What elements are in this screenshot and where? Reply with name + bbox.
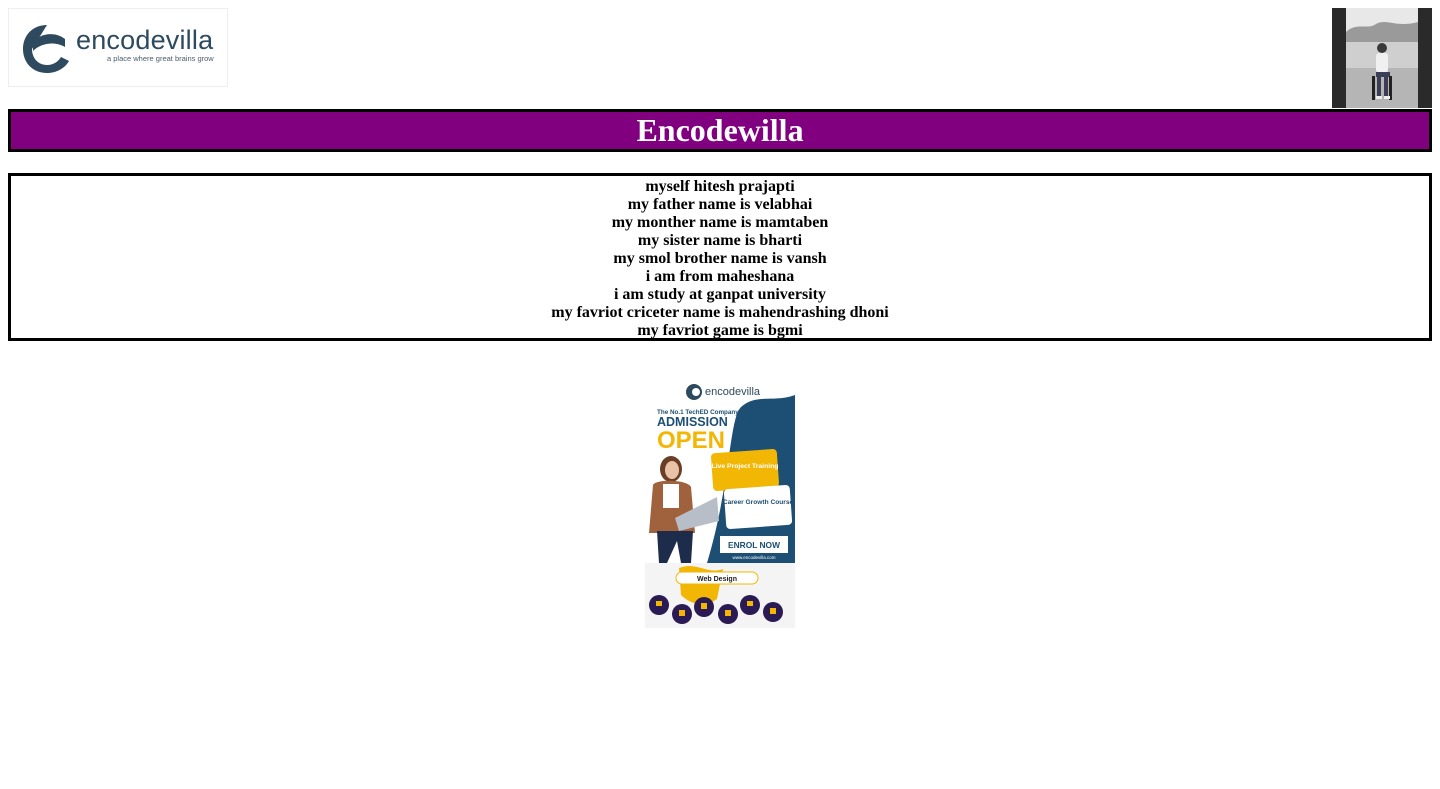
logo-tagline: a place where great brains grow [107,54,214,63]
bio-line: my father name is velabhai [627,196,813,213]
poster-section: Web Design [697,576,737,583]
poster-card-2: Career Growth Course [723,499,794,506]
poster-brand: encodevilla [705,386,761,398]
bio-line: my sister name is bharti [637,232,803,249]
bio-line: my favriot game is bgmi [637,322,803,339]
poster-headline-2: OPEN [657,427,725,454]
bio-line: myself hitesh prajapti [645,178,795,195]
encodevilla-logo: encodevilla a place where great brains g… [8,8,228,87]
bio-line: i am from maheshana [645,268,795,285]
bio-line: my favriot criceter name is mahendrashin… [551,304,889,321]
logo-brand: encodevilla [76,25,214,55]
logo-mark-icon [23,25,69,73]
bio-line: my monther name is mamtaben [611,214,829,231]
page-title: Encodewilla [636,112,804,148]
bio-line: i am study at ganpat university [613,286,827,303]
profile-photo [1332,8,1432,108]
poster-cta: ENROL NOW [728,540,780,550]
poster-website: www.encodevilla.com [732,555,775,560]
page-title-banner: Encodewilla [8,109,1432,152]
admission-poster: encodevilla The No.1 TechED Company ADMI… [645,363,795,628]
bio-line: my smol brother name is vansh [613,250,827,267]
bio-section: myself hitesh prajapti my father name is… [8,173,1432,341]
poster-card-1: Live Project Training [712,463,779,470]
page-header: encodevilla a place where great brains g… [8,8,1432,108]
